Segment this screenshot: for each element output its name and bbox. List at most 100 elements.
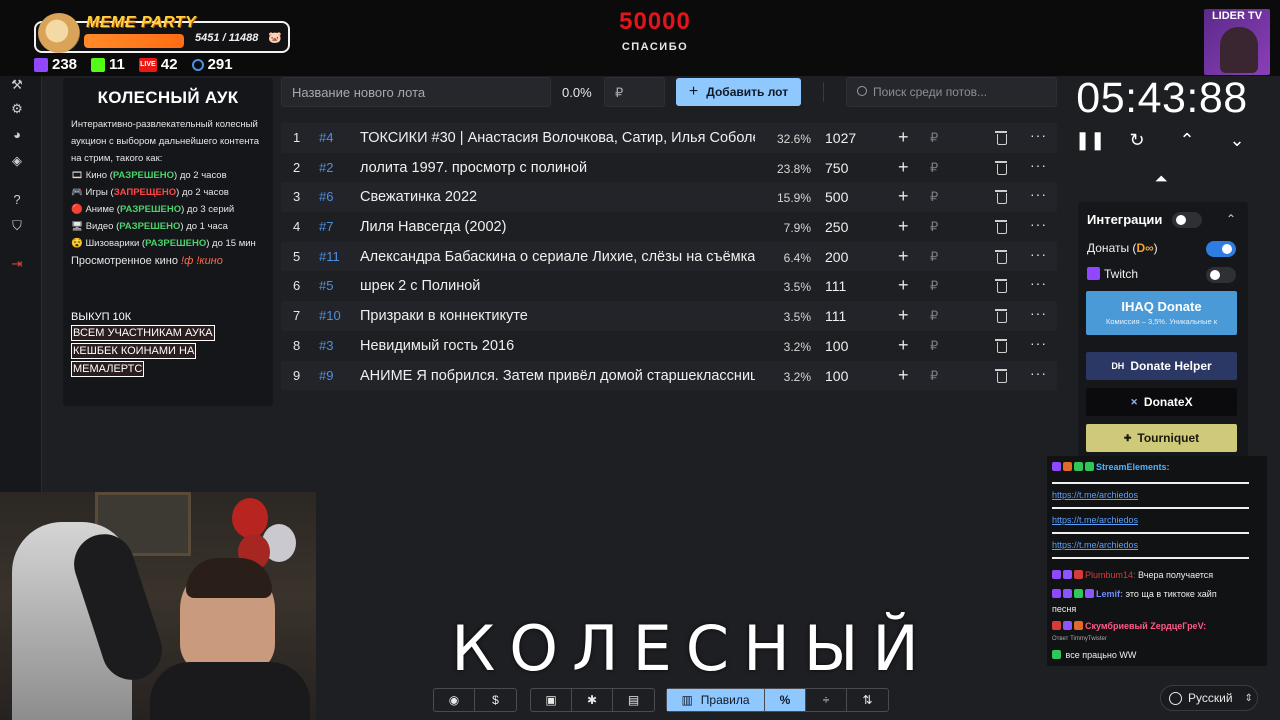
lot-name[interactable]: лолита 1997. просмотр с полиной (360, 160, 755, 176)
lot-row[interactable]: 5 #11 Александра Бабаскина о сериале Лихие… (281, 241, 1057, 272)
lot-add-amount-button[interactable]: + (898, 157, 909, 178)
lot-row[interactable]: 6 #5 шрек 2 с Полиной 3.5% 111 + ₽ ··· (281, 271, 1057, 301)
tourniquet-icon: ✚ (1123, 432, 1132, 443)
more-options-button[interactable]: ··· (1030, 335, 1047, 351)
donate-helper-button[interactable]: DH Donate Helper (1086, 352, 1237, 380)
lot-row[interactable]: 2 #2 лолита 1997. просмотр с полиной 23.8% 7… (281, 153, 1057, 183)
pause-icon[interactable]: ❚❚ (1075, 128, 1105, 152)
shield-icon[interactable]: ⛉ (10, 219, 24, 233)
lot-add-amount-button[interactable]: + (898, 127, 909, 148)
delete-lot-button[interactable] (995, 368, 1008, 383)
lot-row[interactable]: 1 #4 ТОКСИКИ #30 | Анастасия Волочкова, Са… (281, 123, 1057, 153)
lot-add-amount-button[interactable]: + (898, 305, 909, 326)
delete-lot-button[interactable] (995, 160, 1008, 175)
layers-icon[interactable]: ◈ (10, 154, 24, 168)
lot-amount[interactable]: 100 (825, 338, 848, 354)
watched-movies: Просмотренное кино !ф !кино (71, 255, 223, 267)
auction-icon[interactable]: ⚒ (10, 78, 24, 92)
lot-amount[interactable]: 111 (825, 278, 846, 294)
lot-search-input[interactable] (873, 78, 1053, 106)
lot-id: #9 (319, 367, 334, 383)
lot-amount[interactable]: 111 (825, 308, 846, 324)
percent-toggle-button[interactable]: % (765, 689, 806, 711)
lot-rank: 9 (293, 367, 301, 383)
rule-item: 🎮 Игры (ЗАПРЕЩЕНО) до 2 часов (71, 187, 229, 198)
delete-lot-button[interactable] (995, 249, 1008, 264)
chat-link[interactable]: https://t.me/archiedos (1052, 490, 1138, 500)
new-lot-name-input[interactable] (281, 77, 551, 107)
chat-link[interactable]: https://t.me/archiedos (1052, 540, 1138, 550)
rules-button[interactable]: ▥ Правила (667, 689, 765, 711)
lot-percent: 6.4% (783, 250, 811, 265)
more-options-button[interactable]: ··· (1030, 157, 1047, 173)
lot-add-amount-button[interactable]: + (898, 246, 909, 267)
lot-add-amount-button[interactable]: + (898, 275, 909, 296)
more-options-button[interactable]: ··· (1030, 246, 1047, 262)
more-options-button[interactable]: ··· (1030, 365, 1047, 381)
integrations-toggle[interactable] (1172, 212, 1202, 228)
tourniquet-button[interactable]: ✚ Tourniquet (1086, 424, 1237, 452)
lot-amount[interactable]: 100 (825, 368, 848, 384)
lot-row[interactable]: 7 #10 Призраки в коннектикуте 3.5% 111 + ₽ ··· (281, 301, 1057, 331)
ihaq-donate-button[interactable]: IHAQ Donate Комиссия – 3,5%. Уникальные … (1086, 291, 1237, 335)
more-options-button[interactable]: ··· (1030, 186, 1047, 202)
chat-link[interactable]: https://t.me/archiedos (1052, 515, 1138, 525)
delete-lot-button[interactable] (995, 190, 1008, 205)
lot-name[interactable]: АНИМЕ Я побрился. Затем привёл домой ста… (360, 368, 755, 384)
trash-icon (995, 190, 1007, 205)
delete-lot-button[interactable] (995, 279, 1008, 294)
delete-lot-button[interactable] (995, 338, 1008, 353)
wheel-icon[interactable]: ◕ (10, 128, 24, 142)
restart-icon[interactable]: ↻ (1125, 128, 1149, 152)
lot-name[interactable]: шрек 2 с Полиной (360, 278, 755, 294)
chevron-up-icon[interactable]: ⌃ (1226, 212, 1236, 226)
lot-name[interactable]: Свежатинка 2022 (360, 189, 755, 205)
lot-add-amount-button[interactable]: + (898, 365, 909, 386)
lot-add-amount-button[interactable]: + (898, 216, 909, 237)
delete-lot-button[interactable] (995, 309, 1008, 324)
clear-list-icon[interactable]: ▤ (613, 689, 654, 711)
more-options-button[interactable]: ··· (1030, 127, 1047, 143)
lot-name[interactable]: Александра Бабаскина о сериале Лихие, сл… (360, 249, 755, 265)
donate-dollar-button[interactable]: $ (475, 689, 516, 711)
lot-amount[interactable]: 1027 (825, 130, 856, 146)
lot-currency: ₽ (930, 189, 939, 205)
more-options-button[interactable]: ··· (1030, 305, 1047, 321)
donatex-button[interactable]: ✕ DonateX (1086, 388, 1237, 416)
lot-amount[interactable]: 200 (825, 249, 848, 265)
more-options-button[interactable]: ··· (1030, 275, 1047, 291)
add-lot-button[interactable]: + Добавить лот (676, 78, 801, 106)
lot-row[interactable]: 4 #7 Лиля Навсегда (2002) 7.9% 250 + ₽ ··· (281, 212, 1057, 242)
gear-icon[interactable]: ⚙ (10, 102, 24, 116)
bug-icon[interactable]: ✱ (572, 689, 613, 711)
sort-icon[interactable]: ⇅ (847, 689, 888, 711)
lot-amount[interactable]: 250 (825, 219, 848, 235)
new-lot-amount-input[interactable] (604, 77, 665, 107)
delete-lot-button[interactable] (995, 131, 1008, 145)
collapse-icon[interactable]: ⏶ (1151, 170, 1171, 190)
lot-add-amount-button[interactable]: + (898, 335, 909, 356)
lot-name[interactable]: ТОКСИКИ #30 | Анастасия Волочкова, Сатир… (360, 130, 755, 146)
lot-row[interactable]: 3 #6 Свежатинка 2022 15.9% 500 + ₽ ··· (281, 182, 1057, 213)
logout-icon[interactable]: ⇥ (10, 257, 24, 271)
more-options-button[interactable]: ··· (1030, 216, 1047, 232)
twitch-toggle[interactable] (1206, 267, 1236, 283)
lot-rank: 8 (293, 337, 301, 353)
help-icon[interactable]: ? (10, 193, 24, 207)
lot-amount[interactable]: 500 (825, 189, 848, 205)
language-select[interactable]: Русский ⇕ (1160, 685, 1258, 711)
chevron-down-icon[interactable]: ⌄ (1225, 128, 1249, 152)
lot-row[interactable]: 8 #3 Невидимый гость 2016 3.2% 100 + ₽ ··· (281, 331, 1057, 361)
delete-lot-button[interactable] (995, 220, 1008, 235)
archive-icon[interactable]: ▣ (531, 689, 572, 711)
lot-name[interactable]: Невидимый гость 2016 (360, 338, 755, 354)
github-icon[interactable]: ◉ (434, 689, 475, 711)
chevron-up-icon[interactable]: ⌃ (1175, 128, 1199, 152)
split-icon[interactable]: ÷ (806, 689, 847, 711)
lot-name[interactable]: Лиля Навсегда (2002) (360, 219, 755, 235)
lot-row[interactable]: 9 #9 АНИМЕ Я побрился. Затем привёл домой … (281, 360, 1057, 391)
lot-add-amount-button[interactable]: + (898, 186, 909, 207)
donations-toggle[interactable] (1206, 241, 1236, 257)
lot-amount[interactable]: 750 (825, 160, 848, 176)
lot-name[interactable]: Призраки в коннектикуте (360, 308, 755, 324)
